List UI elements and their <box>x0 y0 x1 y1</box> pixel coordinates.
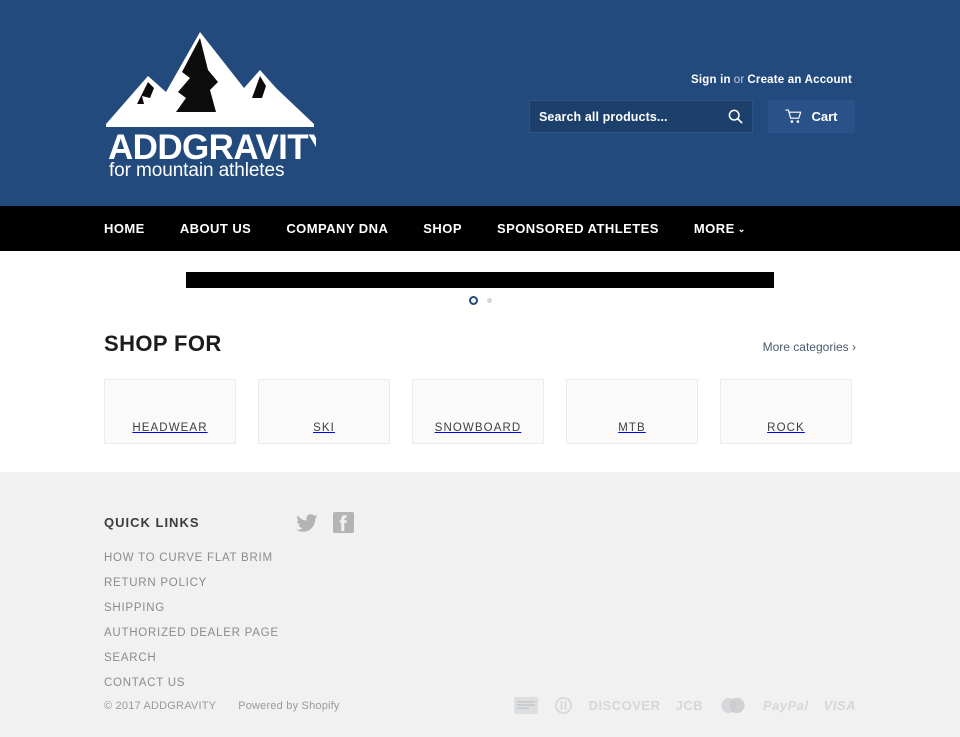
footer-content: QUICK LINKS HOW TO CURVE FLAT BRIM RETUR… <box>0 472 960 714</box>
more-categories-link[interactable]: More categories › <box>763 340 856 354</box>
list-item: SHIPPING <box>104 598 279 616</box>
list-item: SEARCH <box>104 648 279 666</box>
list-item: HOW TO CURVE FLAT BRIM <box>104 548 279 566</box>
nav-item-home[interactable]: HOME <box>104 221 180 236</box>
category-label: SKI <box>313 422 335 434</box>
category-label: SNOWBOARD <box>434 422 522 434</box>
diners-club-icon <box>553 697 574 714</box>
quick-link-how-to-curve-flat-brim[interactable]: HOW TO CURVE FLAT BRIM <box>104 552 273 564</box>
page-title: SHOP FOR <box>104 331 222 356</box>
nav-item-shop[interactable]: SHOP <box>423 221 497 236</box>
nav-item-sponsored-athletes[interactable]: SPONSORED ATHLETES <box>497 221 694 236</box>
visa-icon: VISA <box>823 698 856 713</box>
hero-slideshow <box>0 251 960 312</box>
quick-link-shipping[interactable]: SHIPPING <box>104 602 165 614</box>
social-links <box>296 512 354 533</box>
logo-tagline: for mountain athletes <box>109 160 284 176</box>
category-label: MTB <box>618 422 646 434</box>
jcb-icon: JCB <box>675 698 703 713</box>
quick-link-contact-us[interactable]: CONTACT US <box>104 677 185 689</box>
nav-label: COMPANY DNA <box>286 221 389 236</box>
facebook-link[interactable] <box>333 512 354 533</box>
discover-icon: DISCOVER <box>588 698 661 713</box>
nav-label: MORE <box>693 221 735 236</box>
site-footer: QUICK LINKS HOW TO CURVE FLAT BRIM RETUR… <box>0 472 960 737</box>
create-account-link[interactable]: Create an Account <box>747 74 852 86</box>
category-card-headwear[interactable]: HEADWEAR <box>104 379 236 444</box>
account-bar: Sign in or Create an Account <box>691 74 852 86</box>
slideshow-dot-1[interactable] <box>468 296 478 305</box>
footer-columns: QUICK LINKS HOW TO CURVE FLAT BRIM RETUR… <box>104 515 856 698</box>
mastercard-icon <box>718 697 748 714</box>
shop-for-header: SHOP FOR More categories › <box>104 312 856 357</box>
category-card-ski[interactable]: SKI <box>258 379 390 444</box>
facebook-icon <box>333 512 354 533</box>
footer-bottom-bar: © 2017 ADDGRAVITY Powered by Shopify DIS… <box>0 697 960 714</box>
powered-by-shopify-link[interactable]: Powered by Shopify <box>238 700 339 712</box>
list-item: CONTACT US <box>104 673 279 691</box>
category-card-mtb[interactable]: MTB <box>566 379 698 444</box>
nav-item-about-us[interactable]: ABOUT US <box>180 221 287 236</box>
chevron-down-icon: ⌄ <box>737 224 746 234</box>
nav-label: HOME <box>104 221 145 236</box>
twitter-icon <box>296 513 318 532</box>
quick-link-search[interactable]: SEARCH <box>104 652 156 664</box>
american-express-icon <box>513 697 538 714</box>
site-header: ADDGRAVITY for mountain athletes Sign in… <box>0 0 960 206</box>
slideshow-pagination <box>0 296 960 305</box>
nav-label: SPONSORED ATHLETES <box>496 221 659 236</box>
hero-slide-image[interactable] <box>186 272 774 288</box>
nav-label: ABOUT US <box>179 221 252 236</box>
account-separator: or <box>733 74 745 86</box>
list-item: AUTHORIZED DEALER PAGE <box>104 623 279 641</box>
category-label: HEADWEAR <box>132 422 208 434</box>
category-grid: HEADWEAR SKI SNOWBOARD MTB ROCK <box>104 379 856 444</box>
search-bar[interactable] <box>529 100 753 133</box>
search-icon <box>728 109 742 124</box>
category-card-rock[interactable]: ROCK <box>720 379 852 444</box>
main-navigation: HOME ABOUT US COMPANY DNA SHOP SPONSORED… <box>0 206 960 251</box>
quick-links-column: QUICK LINKS HOW TO CURVE FLAT BRIM RETUR… <box>104 515 279 698</box>
cart-button[interactable]: Cart <box>768 100 855 133</box>
shopping-cart-icon <box>785 109 802 123</box>
copyright-area: © 2017 ADDGRAVITY Powered by Shopify <box>104 700 340 712</box>
shop-for-section: SHOP FOR More categories › HEADWEAR SKI … <box>0 312 960 444</box>
nav-item-more[interactable]: MORE ⌄ <box>694 221 781 236</box>
logo-mountain-icon: ADDGRAVITY for mountain athletes <box>106 32 316 176</box>
category-label: ROCK <box>767 422 805 434</box>
twitter-link[interactable] <box>296 513 318 532</box>
search-input[interactable] <box>530 109 718 124</box>
list-item: RETURN POLICY <box>104 573 279 591</box>
site-logo[interactable]: ADDGRAVITY for mountain athletes <box>104 26 316 176</box>
nav-label: SHOP <box>423 221 462 236</box>
category-card-snowboard[interactable]: SNOWBOARD <box>412 379 544 444</box>
page-root: ADDGRAVITY for mountain athletes Sign in… <box>0 0 960 737</box>
quick-links-list: HOW TO CURVE FLAT BRIM RETURN POLICY SHI… <box>104 548 279 691</box>
quick-link-return-policy[interactable]: RETURN POLICY <box>104 577 207 589</box>
quick-links-title: QUICK LINKS <box>104 515 200 530</box>
search-submit-button[interactable] <box>718 101 752 132</box>
paypal-icon: PayPal <box>763 698 809 713</box>
payment-icons: DISCOVER JCB PayPal VISA <box>513 697 856 714</box>
quick-link-authorized-dealer-page[interactable]: AUTHORIZED DEALER PAGE <box>104 627 279 639</box>
slideshow-dot-2[interactable] <box>486 298 492 303</box>
sign-in-link[interactable]: Sign in <box>691 74 731 86</box>
cart-label: Cart <box>811 109 838 124</box>
nav-item-company-dna[interactable]: COMPANY DNA <box>286 221 423 236</box>
copyright-text: © 2017 ADDGRAVITY <box>104 699 217 712</box>
